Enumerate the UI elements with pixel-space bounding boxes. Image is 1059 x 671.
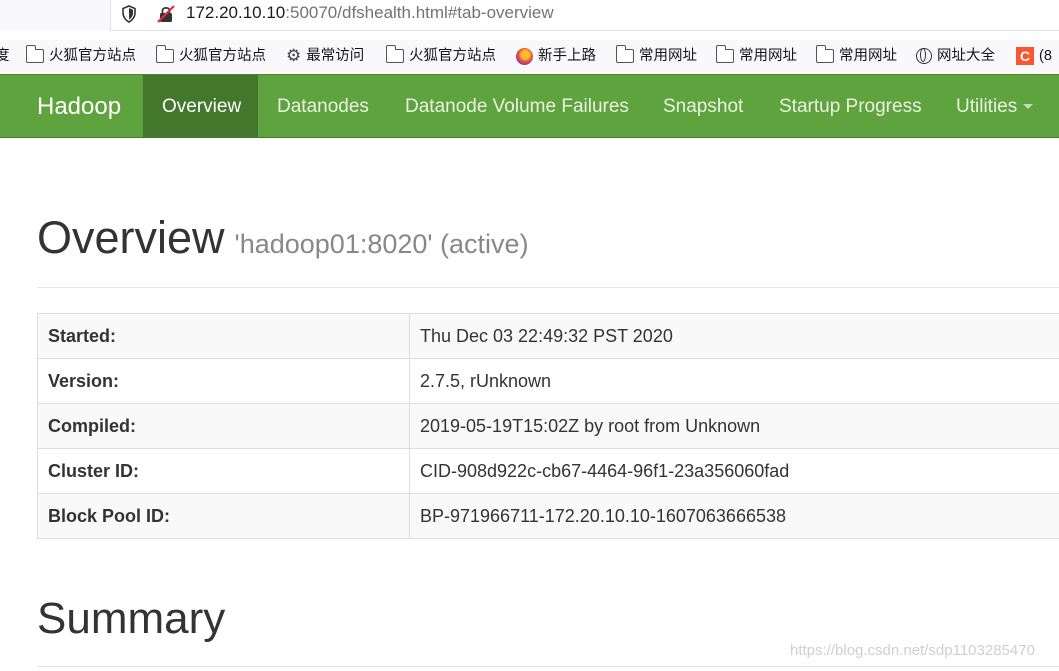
nav-tab-overview[interactable]: Overview [143,75,258,137]
bookmark-item[interactable]: ⚙ 最常访问 [286,47,364,67]
nav-tab-snapshot[interactable]: Snapshot [644,75,762,137]
folder-icon [615,45,634,64]
row-key: Version: [37,358,410,404]
nav-tab-startup-progress[interactable]: Startup Progress [760,75,941,137]
bookmark-label: 常用网址 [839,48,897,64]
bookmark-partial[interactable]: 度 [0,47,10,67]
row-value: BP-971966711-172.20.10.10-1607063666538 [409,493,1059,539]
overview-heading: Overview 'hadoop01:8020' (active) [37,212,529,264]
nav-tab-datanodes[interactable]: Datanodes [258,75,388,137]
url-bar: 172.20.10.10:50070/dfshealth.html#tab-ov… [0,0,1059,31]
row-value: Thu Dec 03 22:49:32 PST 2020 [409,313,1059,359]
row-value: CID-908d922c-cb67-4464-96f1-23a356060fad [409,448,1059,494]
bookmark-label: 火狐官方站点 [409,48,496,64]
bookmark-label: 常用网址 [739,48,797,64]
url-path: :50070/dfshealth.html#tab-overview [285,3,554,22]
bookmark-item[interactable]: 网址大全 [916,47,995,67]
row-key: Started: [37,313,410,359]
bookmark-item[interactable]: 火狐官方站点 [25,45,136,67]
table-row: Started: Thu Dec 03 22:49:32 PST 2020 [37,313,1059,359]
bookmark-label: 新手上路 [538,48,596,64]
gear-icon: ⚙ [286,46,302,66]
table-row: Compiled: 2019-05-19T15:02Z by root from… [37,403,1059,449]
summary-heading: Summary [37,594,226,643]
nav-dropdown-utilities[interactable]: Utilities [937,75,1052,137]
bookmark-label: 火狐官方站点 [179,48,266,64]
overview-info-table: Started: Thu Dec 03 22:49:32 PST 2020 Ve… [37,313,1059,539]
csdn-icon: C [1016,47,1034,66]
row-key: Cluster ID: [37,448,410,494]
table-row: Version: 2.7.5, rUnknown [37,358,1059,404]
row-key: Block Pool ID: [37,493,410,539]
folder-icon [155,45,174,64]
nav-tab-datanode-volume-failures[interactable]: Datanode Volume Failures [386,75,648,137]
bookmark-item[interactable]: 常用网址 [815,45,897,67]
caret-down-icon [1023,104,1034,110]
url-host: 172.20.10.10 [186,3,286,22]
navbar-brand[interactable]: Hadoop [37,75,121,137]
watermark: https://blog.csdn.net/sdp1103285470 [790,642,1035,659]
hadoop-navbar: Hadoop Overview Datanodes Datanode Volum… [0,74,1059,138]
firefox-icon [516,47,533,65]
divider [37,666,1059,667]
bookmark-item[interactable]: 常用网址 [615,45,697,67]
globe-icon [916,48,932,65]
bookmark-label: (8 [1039,48,1052,64]
folder-icon [385,45,404,64]
bookmarks-toolbar: 度 火狐官方站点 火狐官方站点 ⚙ 最常访问 火狐官方站点 新手上路 常用网址 常… [0,40,1059,72]
bookmark-item[interactable]: 常用网址 [715,45,797,67]
bookmark-label: 度 [0,48,10,64]
url-text[interactable]: 172.20.10.10:50070/dfshealth.html#tab-ov… [186,3,554,23]
shield-icon[interactable] [122,5,136,23]
row-value: 2.7.5, rUnknown [409,358,1059,404]
bookmark-label: 常用网址 [639,48,697,64]
utilities-label: Utilities [956,96,1018,117]
bookmark-label: 最常访问 [306,48,365,64]
row-key: Compiled: [37,403,410,449]
divider [37,287,1059,288]
bookmark-item[interactable]: 新手上路 [516,47,596,67]
insecure-lock-icon[interactable] [156,4,176,24]
table-row: Block Pool ID: BP-971966711-172.20.10.10… [37,493,1059,539]
folder-icon [715,45,734,64]
bookmark-item[interactable]: 火狐官方站点 [155,45,266,67]
bookmark-label: 火狐官方站点 [49,48,136,64]
row-value: 2019-05-19T15:02Z by root from Unknown [409,403,1059,449]
bookmark-label: 网址大全 [937,48,995,64]
overview-subtitle: 'hadoop01:8020' (active) [234,229,529,259]
bookmark-item[interactable]: C (8 [1016,47,1052,67]
table-row: Cluster ID: CID-908d922c-cb67-4464-96f1-… [37,448,1059,494]
bookmark-item[interactable]: 火狐官方站点 [385,45,496,67]
overview-title: Overview [37,212,225,263]
folder-icon [25,45,44,64]
folder-icon [815,45,834,64]
